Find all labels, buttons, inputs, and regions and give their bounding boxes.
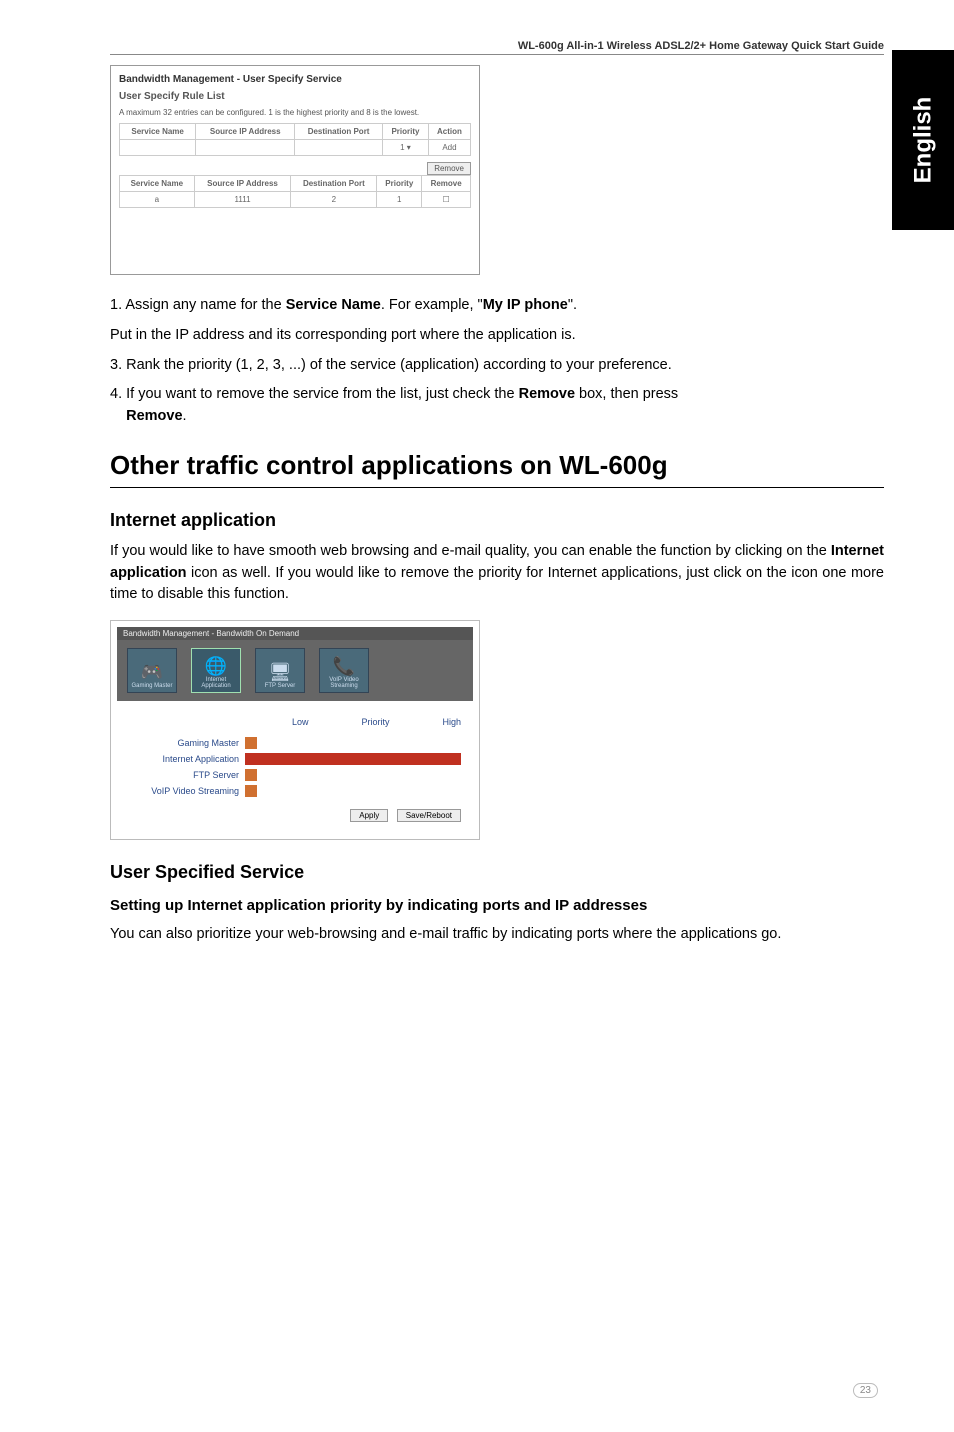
step-1: 1. Assign any name for the Service Name.… [110,295,884,317]
icon-voip-video[interactable]: 📞VoIP Video Streaming [319,648,369,693]
page-number: 23 [853,1383,878,1398]
ss1b-cell-name: a [120,192,195,208]
apply-button[interactable]: Apply [350,809,388,822]
ss1-input-prio[interactable]: 1 ▾ [382,140,428,156]
ss1-th-port: Destination Port [295,124,383,140]
ss1b-cell-port: 2 [291,192,377,208]
heading-setting-up: Setting up Internet application priority… [110,897,884,914]
icon-ftp-server[interactable]: 🖥FTP Server [255,648,305,693]
bold-service-name: Service Name [286,297,381,313]
ss2-title: Bandwidth Management - Bandwidth On Dema… [117,627,473,640]
paragraph-internet-app: If you would like to have smooth web bro… [110,541,884,606]
ss1-add-button[interactable]: Add [428,140,470,156]
screenshot-user-specify-service: Bandwidth Management - User Specify Serv… [110,65,480,275]
bold-my-ip-phone: My IP phone [483,297,568,313]
bold-remove1: Remove [519,386,575,402]
ss2-row-internet: Internet Application [129,753,461,765]
phone-icon: 📞 [333,657,355,675]
ss1b-cell-remove-check[interactable]: ☐ [422,192,471,208]
ss1-table: Service Name Source IP Address Destinati… [119,123,471,156]
ss2-row-gaming: Gaming Master [129,737,461,749]
ss1b-th-port: Destination Port [291,176,377,192]
ss1-th-ip: Source IP Address [196,124,295,140]
header-bar: WL-600g All-in-1 Wireless ADSL2/2+ Home … [110,40,884,55]
screenshot-bandwidth-on-demand: Bandwidth Management - Bandwidth On Dema… [110,620,480,840]
step-4: 4. If you want to remove the service fro… [110,384,884,428]
ss1-title: Bandwidth Management - User Specify Serv… [119,74,471,85]
ss1-remove-button[interactable]: Remove [427,162,471,175]
ss2-priority-label: Priority [361,717,389,727]
ss1-subtitle: User Specify Rule List [119,91,471,102]
heading-other-traffic: Other traffic control applications on WL… [110,450,884,488]
ss1-input-name[interactable] [120,140,196,156]
bar-voip[interactable] [245,785,461,797]
ss1b-cell-prio: 1 [377,192,422,208]
header-text: WL-600g All-in-1 Wireless ADSL2/2+ Home … [110,40,884,52]
ss1b-th-prio: Priority [377,176,422,192]
ss1-table2: Service Name Source IP Address Destinati… [119,175,471,208]
step-2: Put in the IP address and its correspond… [110,325,884,347]
ss2-low-label: Low [292,717,309,727]
ss1-th-prio: Priority [382,124,428,140]
paragraph-user-specified: You can also prioritize your web-browsin… [110,924,884,946]
ss1-th-action: Action [428,124,470,140]
bar-ftp[interactable] [245,769,461,781]
ss2-row-voip: VoIP Video Streaming [129,785,461,797]
ss1-input-ip[interactable] [196,140,295,156]
ss1b-th-name: Service Name [120,176,195,192]
ss1-input-port[interactable] [295,140,383,156]
table-row: a 1111 2 1 ☐ [120,192,471,208]
bar-internet[interactable] [245,753,461,765]
ss1-th-name: Service Name [120,124,196,140]
gamepad-icon: 🎮 [141,663,163,681]
ss2-priority-axis: Low Priority High [129,717,461,727]
bold-remove2: Remove [126,408,182,424]
globe-icon: 🌐 [205,657,227,675]
icon-internet-application[interactable]: 🌐Internet Application [191,648,241,693]
ss1b-th-ip: Source IP Address [194,176,291,192]
bar-gaming[interactable] [245,737,461,749]
heading-internet-application: Internet application [110,510,884,531]
save-reboot-button[interactable]: Save/Reboot [397,809,461,822]
heading-user-specified-service: User Specified Service [110,862,884,883]
ss1b-cell-ip: 1111 [194,192,291,208]
icon-gaming-master[interactable]: 🎮Gaming Master [127,648,177,693]
ss2-row-ftp: FTP Server [129,769,461,781]
ss1b-th-remove: Remove [422,176,471,192]
ss2-high-label: High [442,717,461,727]
server-icon: 🖥 [269,663,292,681]
ss1-desc: A maximum 32 entries can be configured. … [119,108,471,117]
ss2-icon-row: 🎮Gaming Master 🌐Internet Application 🖥FT… [117,640,473,701]
step-3: 3. Rank the priority (1, 2, 3, ...) of t… [110,355,884,377]
